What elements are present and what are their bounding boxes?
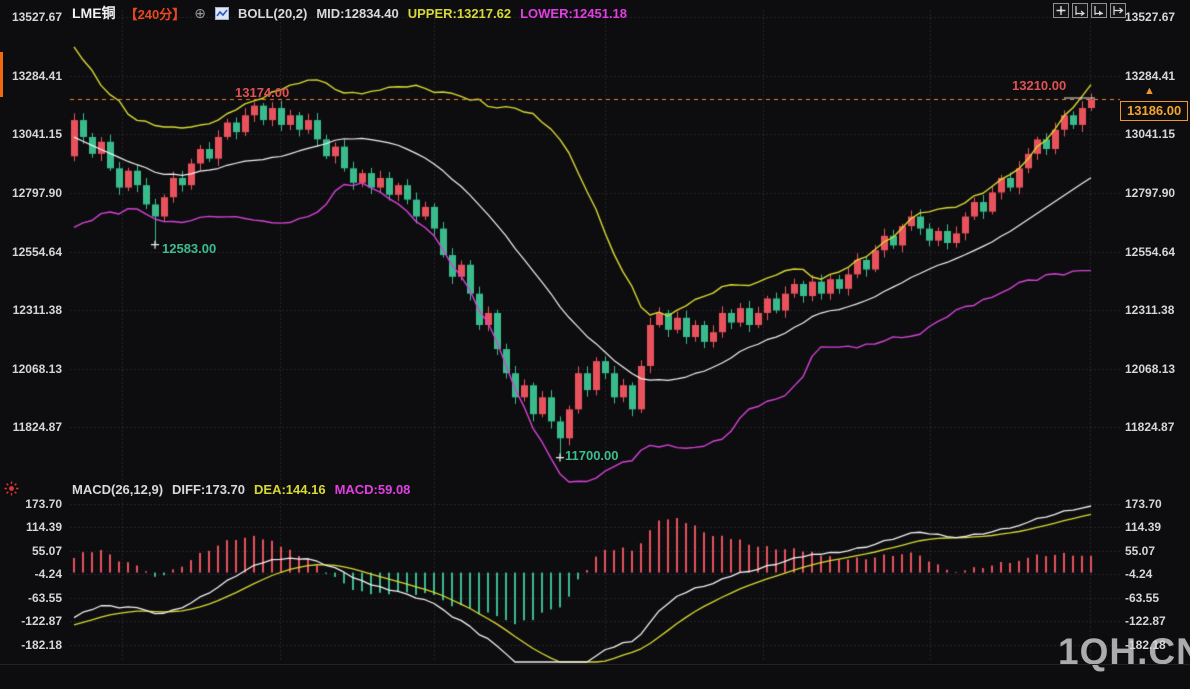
price-tick-label: 12068.13	[1125, 361, 1176, 376]
price-tick-label: 12311.38	[1125, 303, 1175, 318]
macd-tick-label: 55.07	[1125, 543, 1156, 558]
macd-indicator-label: MACD(26,12,9)	[72, 482, 164, 497]
price-annotation-low: 11700.00	[565, 448, 619, 463]
macd-tick-label: -4.24	[1125, 567, 1153, 582]
price-tick-label: 12068.13	[11, 361, 62, 376]
move-crosshair-icon[interactable]	[1053, 3, 1069, 18]
candlestick-macd-chart-canvas[interactable]	[0, 0, 1190, 689]
indicator-chart-icon	[215, 6, 229, 20]
boll-indicator-label: BOLL(20,2)	[238, 5, 308, 21]
price-tick-label: 11824.87	[12, 420, 62, 435]
price-tick-label: 13284.41	[1125, 68, 1176, 83]
main-chart-header: LME铜 【240分】 ⊕ BOLL(20,2) MID:12834.40 UP…	[72, 3, 627, 23]
price-tick-label: 13041.15	[11, 127, 62, 142]
time-axis-bar: 240分 ▲ 03/0603/1203/1803/2403/2804/0804/…	[0, 664, 1190, 689]
price-up-arrow-icon: ▲	[1144, 85, 1155, 97]
trading-chart-app: 1QH.CN LME铜 【240分】 ⊕ BOLL(20,2) MID:1283…	[0, 0, 1190, 689]
add-indicator-icon[interactable]: ⊕	[194, 5, 206, 22]
macd-tick-label: 173.70	[1125, 497, 1162, 511]
price-tick-label: 11824.87	[1125, 420, 1175, 435]
macd-tick-label: 114.39	[1125, 520, 1162, 535]
macd-tick-label: -4.24	[34, 567, 62, 582]
macd-value: MACD:59.08	[334, 482, 411, 497]
macd-tick-label: -122.87	[1125, 614, 1166, 629]
macd-tick-label: -182.18	[1125, 637, 1166, 652]
price-tick-label: 13527.67	[11, 10, 62, 24]
price-annotation-low: 12583.00	[162, 241, 217, 256]
macd-diff-value: DIFF:173.70	[172, 482, 246, 497]
price-tick-label: 13284.41	[11, 68, 62, 83]
macd-pane-header: MACD(26,12,9) DIFF:173.70 DEA:144.16 MAC…	[72, 482, 410, 497]
price-tick-label: 12554.64	[11, 244, 62, 259]
boll-lower-value: LOWER:12451.18	[520, 5, 628, 21]
expand-axis-icon[interactable]	[1110, 3, 1126, 18]
alert-sun-icon[interactable]	[4, 481, 19, 501]
boll-mid-value: MID:12834.40	[316, 5, 399, 21]
chart-toolbar	[1053, 3, 1126, 18]
macd-tick-label: -182.18	[21, 637, 62, 652]
price-tick-label: 13527.67	[1125, 10, 1176, 24]
period-label[interactable]: 【240分】	[125, 4, 186, 23]
macd-dea-value: DEA:144.16	[254, 482, 326, 497]
last-price-badge: 13186.00	[1120, 101, 1189, 121]
boll-upper-value: UPPER:13217.62	[407, 5, 512, 21]
price-tick-label: 12311.38	[12, 303, 62, 318]
price-tick-label: 13041.15	[1125, 127, 1176, 142]
macd-tick-label: -63.55	[27, 590, 62, 605]
price-tick-label: 12797.90	[1125, 185, 1176, 200]
price-tick-label: 12554.64	[1125, 244, 1176, 259]
macd-tick-label: -63.55	[1125, 590, 1160, 605]
price-tick-label: 12797.90	[11, 185, 62, 200]
macd-tick-label: -122.87	[21, 614, 62, 629]
price-annotation-high: 13210.00	[1012, 78, 1067, 93]
compress-axis-right-icon[interactable]	[1091, 3, 1107, 18]
instrument-name: LME铜	[72, 5, 116, 21]
macd-tick-label: 55.07	[31, 543, 62, 558]
price-annotation-high: 13174.00	[235, 85, 290, 100]
macd-tick-label: 114.39	[25, 520, 62, 535]
compress-axis-left-icon[interactable]	[1072, 3, 1088, 18]
